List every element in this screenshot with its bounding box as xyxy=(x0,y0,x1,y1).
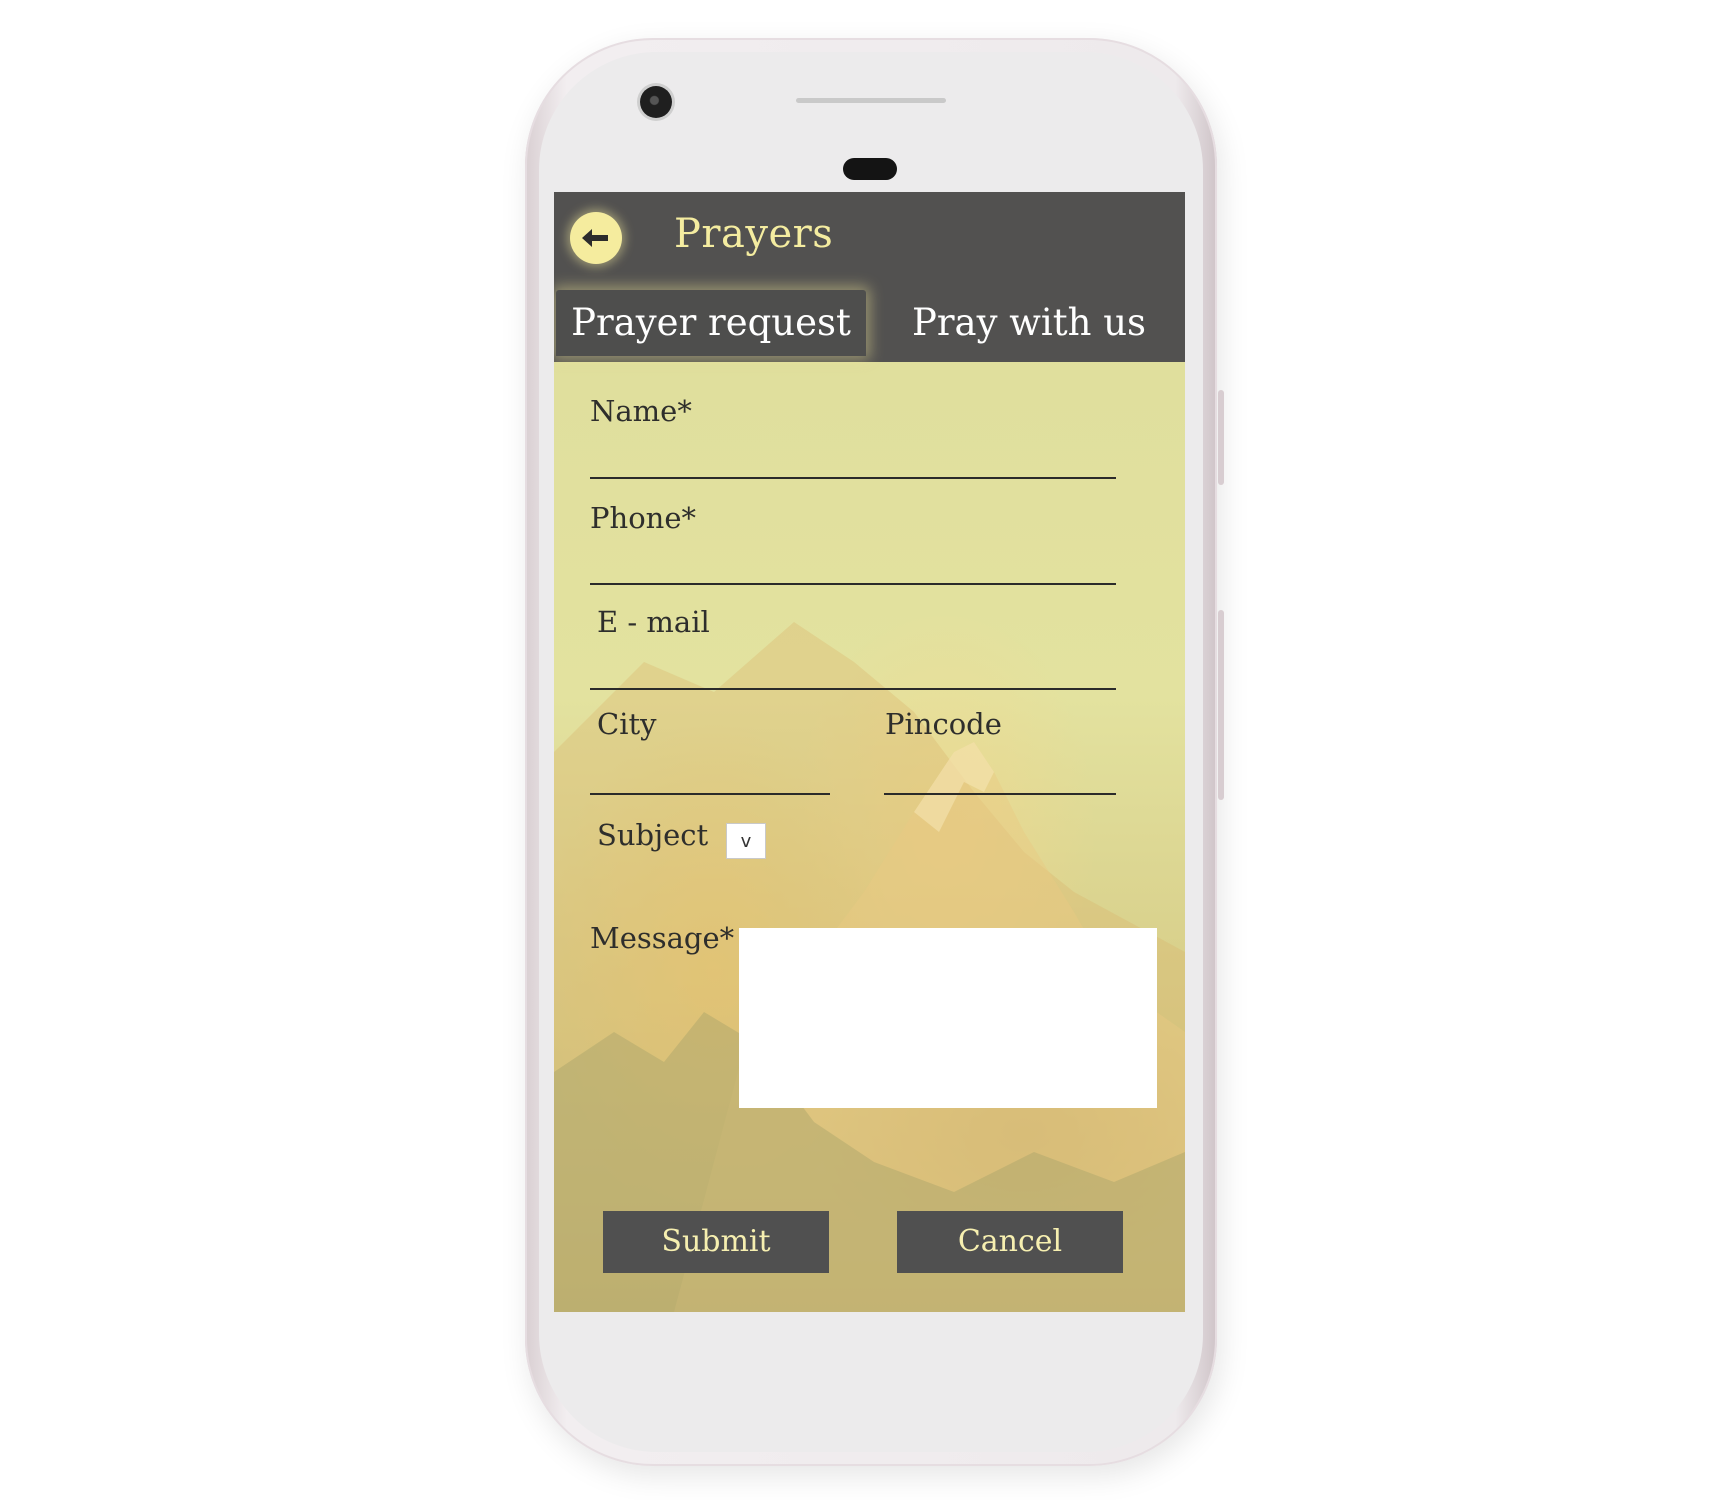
name-field[interactable] xyxy=(590,477,1116,479)
cancel-button[interactable]: Cancel xyxy=(897,1211,1123,1273)
message-field[interactable] xyxy=(739,928,1157,1108)
city-label: City xyxy=(597,707,657,741)
city-field[interactable] xyxy=(590,793,830,795)
back-button[interactable] xyxy=(570,212,622,264)
front-camera xyxy=(640,86,672,118)
subject-dropdown[interactable]: v xyxy=(726,823,766,859)
arrow-left-icon xyxy=(582,229,608,247)
speaker-grille xyxy=(796,98,946,103)
pincode-field[interactable] xyxy=(884,793,1116,795)
phone-label: Phone* xyxy=(590,501,696,535)
tab-prayer-request[interactable]: Prayer request xyxy=(556,290,866,356)
message-label: Message* xyxy=(590,921,735,955)
earpiece xyxy=(843,158,897,180)
name-label: Name* xyxy=(590,394,692,428)
volume-button xyxy=(1218,610,1224,800)
pincode-label: Pincode xyxy=(885,707,1002,741)
submit-button[interactable]: Submit xyxy=(603,1211,829,1273)
app-bar: Prayers Prayer request Pray with us xyxy=(554,192,1185,362)
subject-label: Subject xyxy=(597,818,709,852)
page-title: Prayers xyxy=(674,211,834,257)
phone-field[interactable] xyxy=(590,583,1116,585)
email-field[interactable] xyxy=(590,688,1116,690)
app-screen: Prayers Prayer request Pray with us Name… xyxy=(554,192,1185,1312)
power-button xyxy=(1218,390,1224,485)
chevron-down-icon: v xyxy=(740,830,752,852)
tab-pray-with-us[interactable]: Pray with us xyxy=(884,290,1174,356)
email-label: E - mail xyxy=(597,605,710,639)
